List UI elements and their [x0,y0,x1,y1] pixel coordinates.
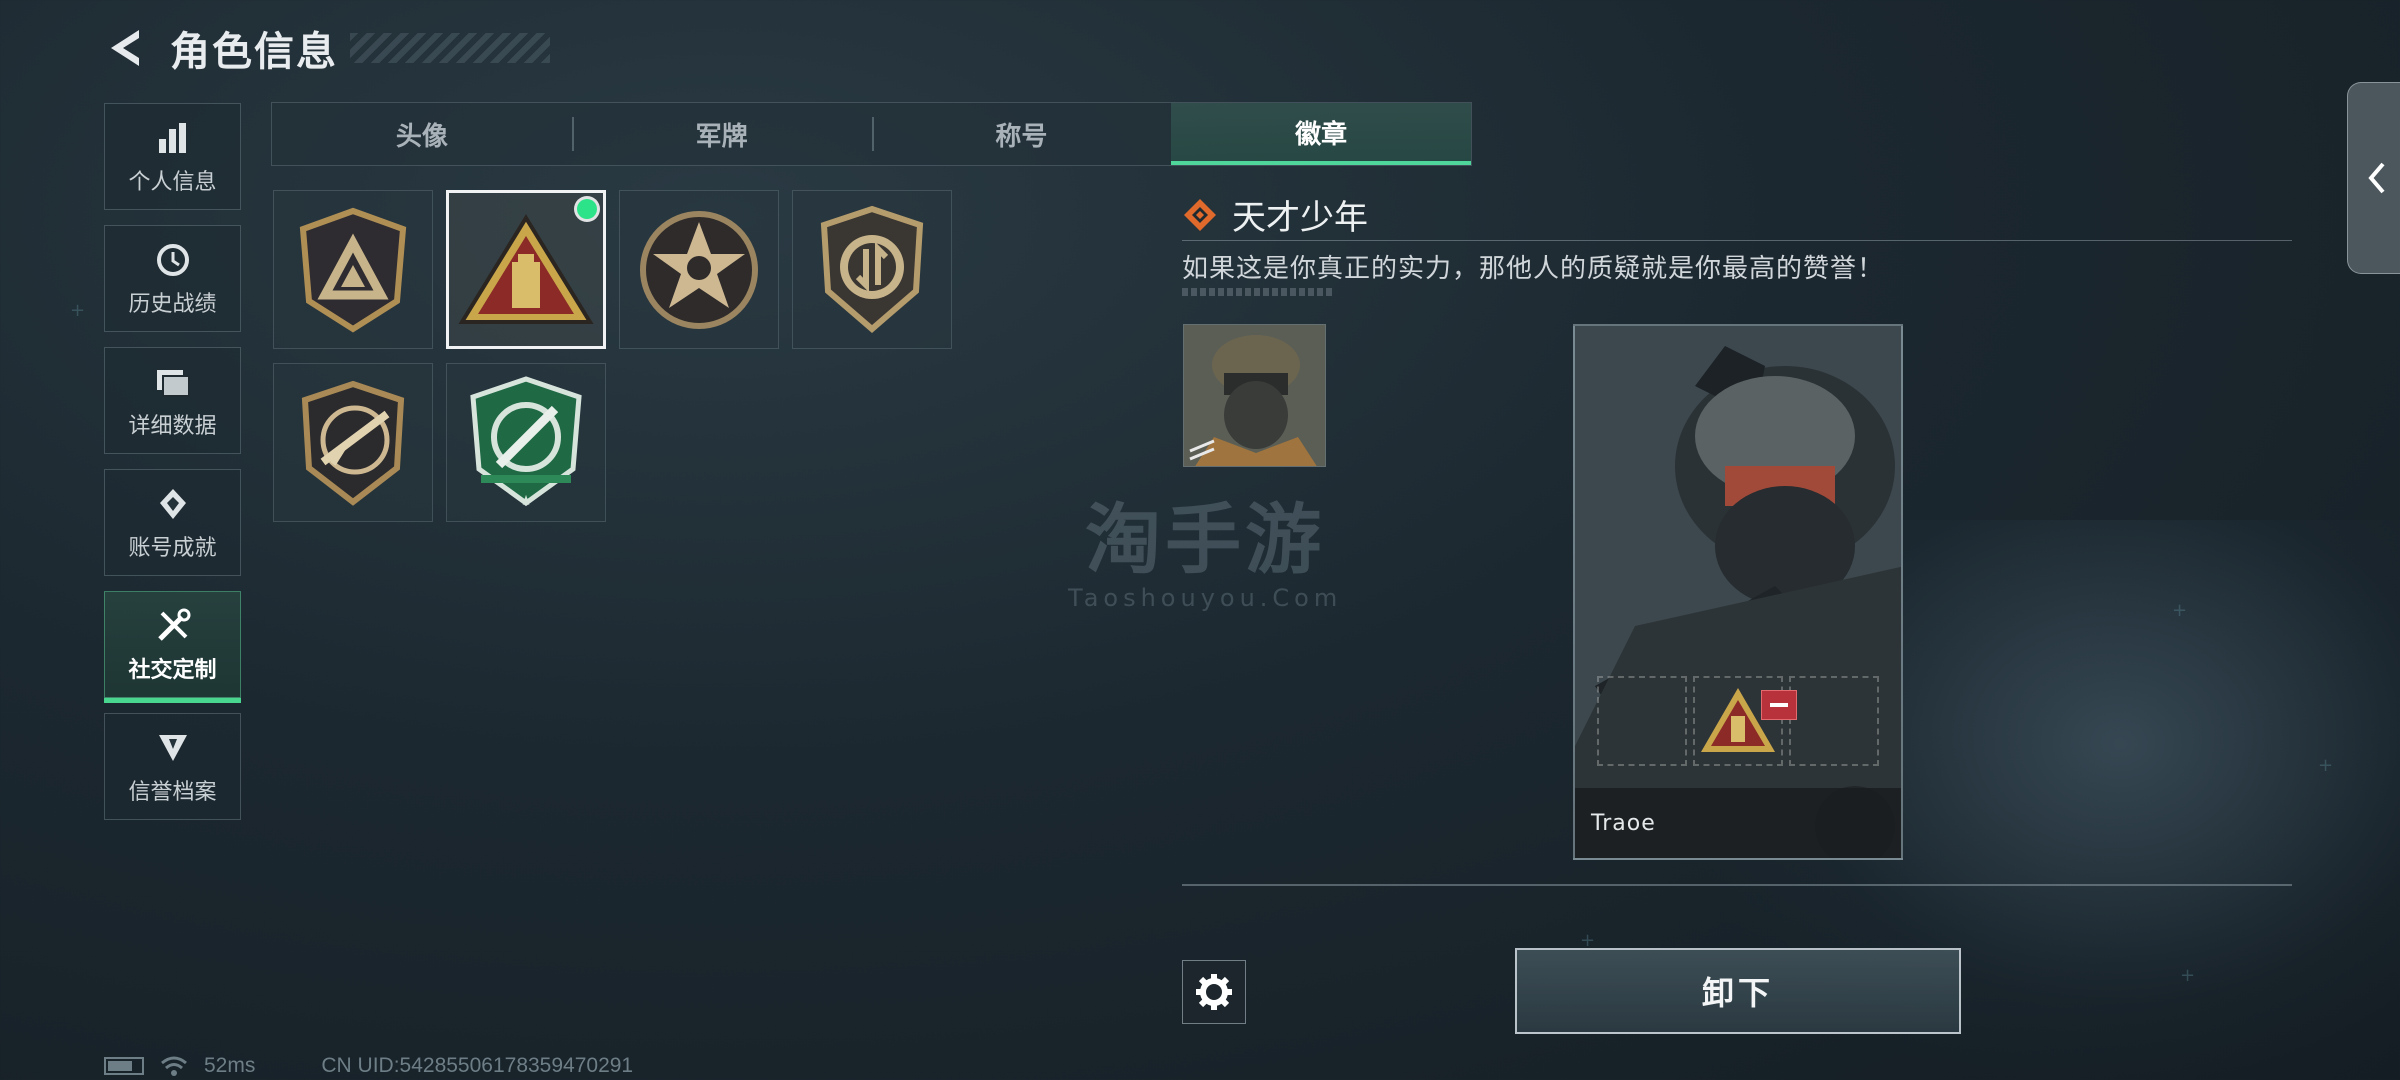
divider [1182,240,2292,241]
equipped-indicator [577,199,597,219]
minus-icon [1770,703,1788,707]
header: 角色信息 [100,18,550,78]
watermark-main: 淘手游 [1085,495,1326,584]
soldier-portrait-icon [1184,325,1325,466]
svg-text:★: ★ [520,493,533,509]
uid-text: CN UID:542855061783594702​91 [321,1054,634,1077]
badge-item[interactable] [273,363,433,522]
wifi-icon [161,1056,187,1076]
achievement-icon [153,484,193,524]
page-title: 角色信息 [170,29,338,75]
sidebar-item-label: 个人信息 [128,169,217,195]
settings-button[interactable] [1182,960,1246,1024]
unequip-button[interactable]: 卸下 [1515,948,1961,1034]
tab-title[interactable]: 称号 [871,103,1172,165]
badge-name: 天才少年 [1232,198,1368,238]
green-crosshair-badge-icon: ★ [470,375,582,509]
back-button[interactable] [100,23,150,73]
sidebar-item-achievements[interactable]: 账号成就 [104,469,241,576]
bar-chart-icon [153,118,193,158]
title-decoration [350,33,550,63]
shield-badge-icon [153,728,193,768]
sidebar-item-label: 信誉档案 [128,779,217,805]
sidebar-item-history[interactable]: 历史战绩 [104,225,241,332]
ping-text: 52ms [204,1054,256,1077]
sidebar-item-social-custom[interactable]: 社交定制 [104,591,241,703]
diamond-icon [1184,198,1216,231]
badge-detail-header: 天才少年 [1182,190,1368,239]
badge-subtitle-decoration [1182,288,1332,296]
tab-dog-tag[interactable]: 军牌 [571,103,872,165]
sidebar-item-label: 社交定制 [128,657,217,683]
tab-badge[interactable]: 徽章 [1171,103,1471,165]
tools-icon [153,606,193,646]
badge-description: 如果这是你真正的实力，那他人的质疑就是你最高的赞誉！ [1182,254,1885,284]
badge-item[interactable] [619,190,779,349]
badge-slot-1[interactable] [1597,676,1687,766]
sidebar-item-personal-info[interactable]: 个人信息 [104,103,241,210]
badge-item[interactable] [273,190,433,349]
tab-avatar[interactable]: 头像 [272,103,572,165]
watermark-sub: Taoshouyou.Com [1068,584,1343,612]
star-skull-badge-icon [640,210,758,329]
sidebar-item-detailed-data[interactable]: 详细数据 [104,347,241,454]
badge-item[interactable]: ★ [446,363,606,522]
arrows-shield-badge-icon [820,205,924,333]
sidebar-item-credit-record[interactable]: 信誉档案 [104,713,241,820]
soldier-preview-image [1575,326,1901,858]
battery-icon [104,1057,144,1075]
sidebar-item-label: 账号成就 [128,535,217,561]
sidebar: 个人信息 历史战绩 详细数据 账号成就 社交定制 信誉档案 [104,103,241,835]
folder-icon [153,362,193,402]
triangle-shield-badge-icon [299,207,407,333]
watermark: 淘手游 Taoshouyou.Com [1068,478,1342,612]
side-panel-toggle[interactable] [2347,82,2400,274]
badge-item[interactable] [792,190,952,349]
badge-item-selected[interactable] [446,190,606,349]
pyramid-badge-icon [458,213,594,324]
badge-slot-3[interactable] [1789,676,1879,766]
remove-badge-button[interactable] [1761,690,1797,720]
gear-icon [1196,974,1232,1010]
rifle-badge-icon [301,380,405,506]
status-bar: 52ms CN UID:542855061783594702​91 [104,1054,633,1078]
badge-grid: ★ [273,190,1123,522]
player-name: Traoe [1591,811,1656,836]
avatar[interactable] [1183,324,1326,467]
divider [1182,884,2292,886]
back-arrow-icon [111,30,139,66]
sidebar-item-label: 历史战绩 [128,291,217,317]
sidebar-item-label: 详细数据 [128,413,217,439]
character-preview-card: Traoe [1573,324,1903,860]
category-tabs: 头像 军牌 称号 徽章 [271,102,1472,166]
history-icon [153,240,193,280]
chevron-left-icon [2368,162,2385,194]
